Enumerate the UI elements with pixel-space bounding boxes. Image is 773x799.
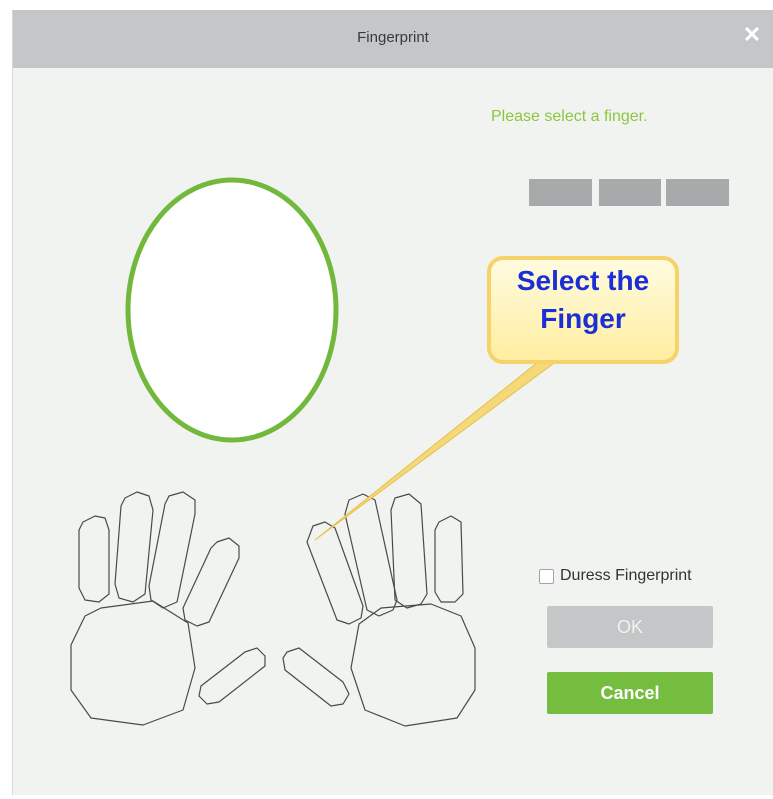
- left-middle-finger[interactable]: [148, 491, 196, 609]
- duress-fingerprint-label: Duress Fingerprint: [560, 567, 692, 584]
- callout-text-line-1: Select the: [516, 265, 650, 296]
- left-thumb[interactable]: [198, 647, 266, 705]
- left-index-finger[interactable]: [182, 537, 240, 627]
- right-middle-finger[interactable]: [344, 493, 398, 617]
- left-pinky-finger[interactable]: [78, 515, 110, 603]
- right-palm: [350, 603, 476, 727]
- right-pinky-finger[interactable]: [434, 515, 464, 603]
- right-thumb[interactable]: [282, 647, 350, 707]
- duress-checkbox[interactable]: [539, 568, 554, 584]
- right-index-finger[interactable]: [306, 521, 364, 625]
- left-ring-finger[interactable]: [114, 491, 154, 603]
- fingerprint-dialog: Fingerprint ✕ Please select a finger. Se…: [12, 10, 773, 795]
- right-ring-finger[interactable]: [390, 493, 428, 609]
- duress-fingerprint-option[interactable]: Duress Fingerprint: [539, 566, 692, 586]
- callout-text: Select the Finger: [489, 262, 677, 338]
- cancel-button[interactable]: Cancel: [547, 672, 713, 714]
- ok-button[interactable]: OK: [547, 606, 713, 648]
- left-palm: [70, 600, 196, 726]
- callout-text-line-2: Finger: [540, 303, 626, 334]
